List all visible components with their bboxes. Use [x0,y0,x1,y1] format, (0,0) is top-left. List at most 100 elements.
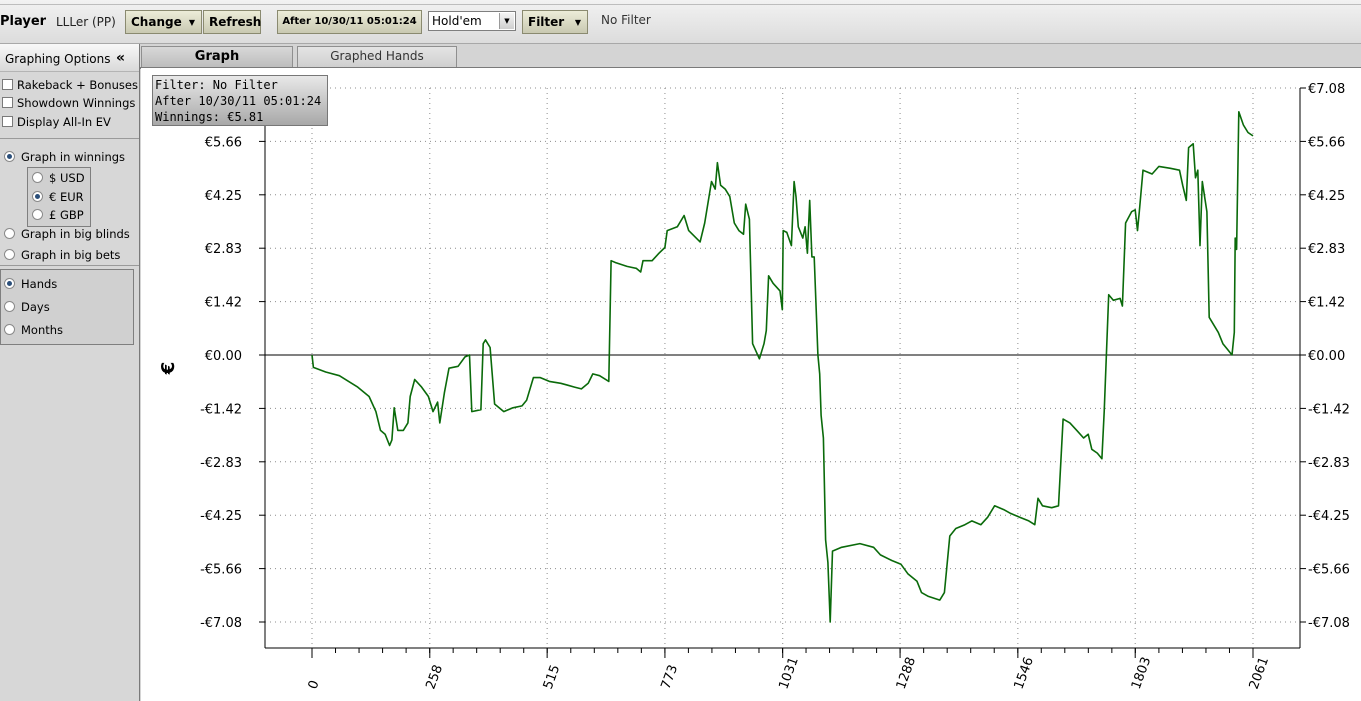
graph-in-big-bets-radio[interactable]: Graph in big bets [4,248,120,262]
radio-button[interactable] [4,249,15,260]
x-tick-label: 1288 [894,655,919,691]
y-tick-label-left: -€4.25 [200,509,242,524]
tab-bar: Graph Graphed Hands [140,44,1361,69]
months-radio[interactable]: Months [4,323,63,337]
x-tick-label: 0 [306,678,323,691]
y-tick-label-left: €5.66 [205,135,242,150]
x-tick-label: 1803 [1129,655,1154,691]
showdown-winnings-checkbox[interactable]: Showdown Winnings [2,96,135,110]
toolbar: Player LLLer (PP) Change ▼ Refresh After… [0,0,1361,44]
x-tick-label: 515 [541,663,564,691]
y-tick-label-right: €4.25 [1308,189,1345,204]
radio-button[interactable] [4,151,15,162]
y-tick-label-left: €4.25 [205,189,242,204]
dropdown-arrow-icon: ▼ [574,18,581,27]
game-type-value: Hold'em [432,14,482,28]
y-tick-label-right: €2.83 [1308,242,1345,257]
radio-label: Months [21,323,64,337]
radio-label: Graph in big blinds [21,227,130,241]
rakeback-checkbox[interactable]: Rakeback + Bonuses [2,78,138,92]
y-tick-label-right: €0.00 [1308,349,1345,364]
y-tick-label-right: -€2.83 [1308,456,1350,471]
radio-label: Graph in winnings [21,150,126,164]
toolbar-divider [0,4,1361,5]
info-winnings-line: Winnings: €5.81 [155,110,264,124]
divider [0,265,139,266]
x-axis-group: Hands Days Months [0,269,134,345]
y-tick-label-right: -€4.25 [1308,509,1350,524]
tab-graphed-hands[interactable]: Graphed Hands [297,46,457,67]
x-tick-label: 258 [423,663,446,691]
radio-button[interactable] [32,191,43,202]
game-type-select[interactable]: Hold'em ▼ [428,11,516,31]
tab-graph[interactable]: Graph [141,46,293,67]
hands-radio[interactable]: Hands [4,277,57,291]
collapse-icon[interactable]: « [116,50,125,66]
graphing-options-panel: Graphing Options « Rakeback + Bonuses Sh… [0,44,140,701]
y-tick-label-right: €5.66 [1308,135,1345,150]
filter-status: No Filter [601,13,651,27]
x-tick-label: 1546 [1012,655,1037,691]
y-tick-label-right: -€1.42 [1308,402,1350,417]
y-tick-label-right: €1.42 [1308,296,1345,311]
chevron-down-icon[interactable]: ▼ [499,13,514,29]
radio-button[interactable] [32,172,43,183]
filter-label: Filter [528,15,565,29]
radio-label: Graph in big bets [21,248,121,262]
graph-in-winnings-radio[interactable]: Graph in winnings [4,150,125,164]
radio-button[interactable] [32,209,43,220]
y-tick-label-left: -€5.66 [200,563,242,578]
dropdown-arrow-icon: ▼ [188,18,195,27]
info-date-line: After 10/30/11 05:01:24 [155,94,322,108]
radio-button[interactable] [4,324,15,335]
divider [0,138,139,139]
y-tick-label-left: €2.83 [205,242,242,257]
y-tick-label-left: €0.00 [205,349,242,364]
y-tick-label-left: €1.42 [205,296,242,311]
x-tick-label: 2061 [1247,655,1272,691]
checkbox-box[interactable] [2,79,13,90]
radio-button[interactable] [4,301,15,312]
radio-label: £ GBP [49,208,84,222]
checkbox-box[interactable] [2,116,13,127]
radio-label: Days [21,300,50,314]
player-name: LLLer (PP) [56,15,116,29]
y-tick-label-left: -€7.08 [200,616,242,631]
winnings-chart: €7.08€7.08€5.66€5.66€4.25€4.25€2.83€2.83… [158,82,1350,691]
change-label: Change [131,15,182,29]
radio-label: $ USD [49,171,85,185]
radio-button[interactable] [4,228,15,239]
radio-button[interactable] [4,278,15,289]
y-tick-label-left: -€1.42 [200,402,242,417]
x-tick-label: 773 [659,663,682,691]
radio-label: Hands [21,277,58,291]
checkbox-label: Showdown Winnings [17,96,136,110]
y-tick-label-right: -€7.08 [1308,616,1350,631]
y-axis-label: € [158,362,179,376]
checkbox-label: Rakeback + Bonuses [17,78,138,92]
date-filter-button[interactable]: After 10/30/11 05:01:24 [277,10,422,34]
panel-header: Graphing Options « [0,44,139,72]
currency-eur-radio[interactable]: € EUR [32,190,84,204]
currency-gbp-radio[interactable]: £ GBP [32,208,84,222]
filter-button[interactable]: Filter ▼ [522,10,588,34]
checkbox-label: Display All-In EV [17,115,111,129]
graph-area: €7.08€7.08€5.66€5.66€4.25€4.25€2.83€2.83… [141,68,1361,701]
x-tick-label: 1031 [776,655,801,691]
all-in-ev-checkbox[interactable]: Display All-In EV [2,115,111,129]
y-tick-label-right: €7.08 [1308,82,1345,97]
panel-title: Graphing Options [5,52,111,66]
radio-label: € EUR [49,190,84,204]
currency-group: $ USD € EUR £ GBP [27,167,91,227]
info-filter-line: Filter: No Filter [155,78,278,92]
checkbox-box[interactable] [2,97,13,108]
player-label: Player [0,14,47,29]
y-tick-label-right: -€5.66 [1308,563,1350,578]
filter-info-box: Filter: No Filter After 10/30/11 05:01:2… [152,75,328,126]
days-radio[interactable]: Days [4,300,50,314]
graph-in-big-blinds-radio[interactable]: Graph in big blinds [4,227,130,241]
y-tick-label-left: -€2.83 [200,456,242,471]
refresh-button[interactable]: Refresh [203,10,261,34]
change-button[interactable]: Change ▼ [125,10,202,34]
currency-usd-radio[interactable]: $ USD [32,171,85,185]
